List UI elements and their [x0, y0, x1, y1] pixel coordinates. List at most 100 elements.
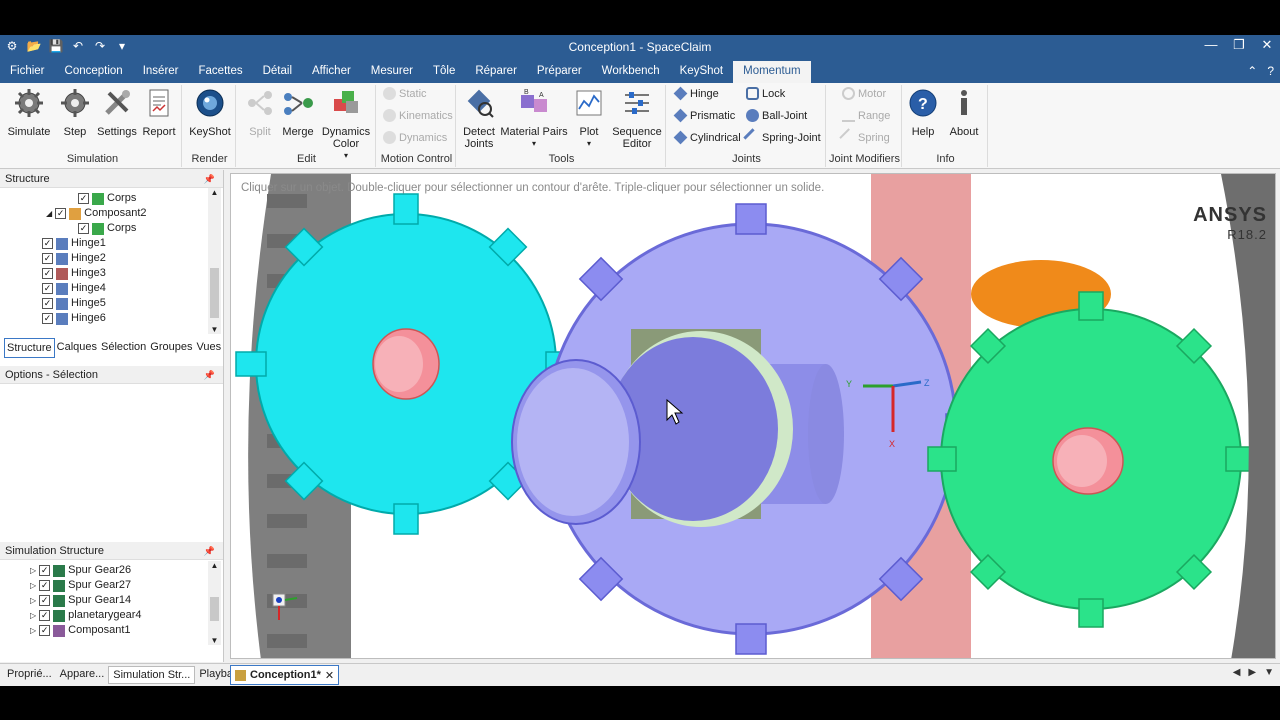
checkbox[interactable]: ✓	[42, 298, 53, 309]
tree-item[interactable]: ✓ Hinge4	[42, 281, 106, 296]
design-viewport[interactable]: Y Z X Cliquer sur un objet. Double-cliqu…	[230, 173, 1276, 659]
document-tab[interactable]: Conception1* ✕	[230, 665, 340, 685]
tab-calques[interactable]: Calques	[55, 338, 99, 358]
tab-facettes[interactable]: Facettes	[189, 61, 253, 83]
expand-icon[interactable]: ▷	[30, 623, 36, 638]
checkbox[interactable]: ✓	[42, 238, 53, 249]
checkbox[interactable]: ✓	[78, 223, 89, 234]
kinematics-button[interactable]: Kinematics	[383, 109, 453, 122]
tree-item[interactable]: ✓ Corps	[78, 221, 136, 236]
tab-proprietes[interactable]: Proprié...	[3, 666, 56, 684]
plot-button[interactable]: Plot ▾	[565, 87, 613, 150]
pin-icon[interactable]: 📌	[204, 170, 215, 188]
tab-selection[interactable]: Sélection	[99, 338, 148, 358]
close-button[interactable]: ✕	[1260, 37, 1274, 53]
prev-tab-icon[interactable]: ◀	[1233, 667, 1241, 678]
close-tab-icon[interactable]: ✕	[325, 669, 334, 682]
expand-icon[interactable]: ▷	[30, 578, 36, 593]
static-button[interactable]: Static	[383, 87, 427, 100]
collapse-ribbon-icon[interactable]: ⌃	[1247, 64, 1257, 78]
gear-assembly-render[interactable]: Y Z X	[231, 174, 1276, 659]
simulation-structure-scrollbar[interactable]: ▲ ▼	[208, 561, 221, 645]
motor-button[interactable]: Motor	[842, 87, 886, 100]
next-tab-icon[interactable]: ▶	[1248, 667, 1256, 678]
spring-button[interactable]: Spring	[839, 128, 890, 147]
checkbox[interactable]: ✓	[39, 610, 51, 621]
tree-item[interactable]: ▷ ✓ Spur Gear27	[30, 578, 131, 593]
tab-vues[interactable]: Vues	[194, 338, 223, 358]
sequence-editor-button[interactable]: Sequence Editor	[610, 87, 664, 150]
tab-keyshot[interactable]: KeyShot	[670, 61, 733, 83]
tab-inserer[interactable]: Insérer	[133, 61, 189, 83]
collapse-icon[interactable]: ◢	[46, 206, 52, 221]
tab-simulation-structure[interactable]: Simulation Str...	[108, 666, 196, 684]
merge-button[interactable]: Merge	[273, 87, 323, 138]
lock-button[interactable]: Lock	[746, 87, 785, 100]
scroll-down-icon[interactable]: ▼	[208, 325, 221, 334]
tab-afficher[interactable]: Afficher	[302, 61, 361, 83]
checkbox[interactable]: ✓	[55, 208, 67, 219]
about-button[interactable]: About	[942, 87, 986, 138]
pin-icon[interactable]: 📌	[204, 366, 215, 384]
minimize-button[interactable]: —	[1204, 37, 1218, 53]
dynamics-color-button[interactable]: Dynamics Color ▾	[318, 87, 374, 162]
checkbox[interactable]: ✓	[39, 565, 51, 576]
tree-item[interactable]: ✓ Hinge6	[42, 311, 106, 326]
tab-apparence[interactable]: Appare...	[56, 666, 109, 684]
tab-fichier[interactable]: Fichier	[0, 61, 55, 83]
expand-icon[interactable]: ▷	[30, 563, 36, 578]
scroll-up-icon[interactable]: ▲	[208, 561, 221, 570]
tab-workbench[interactable]: Workbench	[592, 61, 670, 83]
tab-momentum[interactable]: Momentum	[733, 61, 811, 83]
tree-item[interactable]: ▷ ✓ Spur Gear14	[30, 593, 131, 608]
tree-item[interactable]: ▷ ✓ Spur Gear26	[30, 563, 131, 578]
checkbox[interactable]: ✓	[78, 193, 89, 204]
tab-conception[interactable]: Conception	[55, 61, 133, 83]
tree-item[interactable]: ◢ ✓ Composant2	[46, 206, 147, 221]
tree-item[interactable]: ▷ ✓ planetarygear4	[30, 608, 142, 623]
checkbox[interactable]: ✓	[39, 595, 51, 606]
tab-tole[interactable]: Tôle	[423, 61, 465, 83]
prismatic-button[interactable]: Prismatic	[673, 108, 735, 123]
tree-item[interactable]: ✓ Hinge2	[42, 251, 106, 266]
ball-joint-button[interactable]: Ball-Joint	[746, 109, 807, 122]
tree-item[interactable]: ✓ Hinge3	[42, 266, 106, 281]
tree-item[interactable]: ▷ ✓ Composant1	[30, 623, 131, 638]
checkbox[interactable]: ✓	[42, 253, 53, 264]
expand-icon[interactable]: ▷	[30, 593, 36, 608]
cylindrical-button[interactable]: Cylindrical	[673, 130, 741, 145]
expand-icon[interactable]: ▷	[30, 608, 36, 623]
checkbox[interactable]: ✓	[42, 313, 53, 324]
help-button[interactable]: ? Help	[902, 87, 944, 138]
simulate-button[interactable]: Simulate	[4, 87, 54, 138]
hinge-button[interactable]: Hinge	[673, 86, 719, 101]
checkbox[interactable]: ✓	[42, 268, 53, 279]
scroll-thumb[interactable]	[210, 597, 219, 621]
spring-joint-button[interactable]: Spring-Joint	[743, 128, 821, 147]
keyshot-button[interactable]: KeyShot	[185, 87, 235, 138]
tree-item[interactable]: ✓ Hinge5	[42, 296, 106, 311]
material-pairs-button[interactable]: BA Material Pairs ▾	[500, 87, 568, 150]
help-circle-icon[interactable]: ?	[1267, 64, 1274, 78]
scroll-thumb[interactable]	[210, 268, 219, 318]
report-button[interactable]: Report	[134, 87, 184, 138]
checkbox[interactable]: ✓	[39, 625, 51, 636]
range-button[interactable]: Range	[842, 109, 890, 122]
pin-icon[interactable]: 📌	[204, 542, 215, 560]
tab-detail[interactable]: Détail	[253, 61, 302, 83]
tab-structure[interactable]: Structure	[4, 338, 55, 358]
tab-groupes[interactable]: Groupes	[148, 338, 194, 358]
checkbox[interactable]: ✓	[39, 580, 51, 591]
scroll-up-icon[interactable]: ▲	[208, 188, 221, 197]
structure-scrollbar[interactable]: ▲ ▼	[208, 188, 221, 334]
tab-reparer[interactable]: Réparer	[465, 61, 527, 83]
tree-item[interactable]: ✓ Hinge1	[42, 236, 106, 251]
detect-joints-button[interactable]: Detect Joints	[455, 87, 503, 150]
tree-item[interactable]: ✓ Corps	[78, 191, 136, 206]
checkbox[interactable]: ✓	[42, 283, 53, 294]
dynamics-button[interactable]: Dynamics	[383, 131, 447, 144]
tab-mesurer[interactable]: Mesurer	[361, 61, 423, 83]
tab-preparer[interactable]: Préparer	[527, 61, 592, 83]
restore-button[interactable]: ❐	[1232, 37, 1246, 53]
scroll-down-icon[interactable]: ▼	[208, 636, 221, 645]
